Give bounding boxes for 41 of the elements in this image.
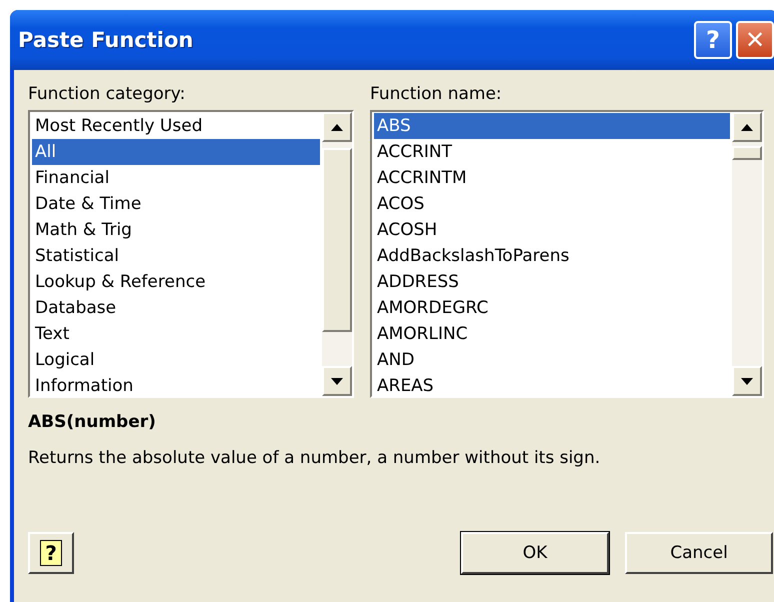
help-button[interactable]: ? (694, 21, 732, 59)
list-label: Function name: (370, 84, 503, 104)
list-item[interactable]: Information (32, 373, 320, 396)
list-item[interactable]: AMORDEGRC (374, 295, 730, 321)
list-item[interactable]: ACCRINTM (374, 165, 730, 191)
list-item[interactable]: Math & Trig (32, 217, 320, 243)
list-item[interactable]: Database (32, 295, 320, 321)
list-item[interactable]: AddBackslashToParens (374, 243, 730, 269)
list-item[interactable]: Financial (32, 165, 320, 191)
scroll-down-icon (741, 378, 753, 384)
list-item[interactable]: Lookup & Reference (32, 269, 320, 295)
scroll-up-icon (741, 124, 753, 130)
ok-button[interactable]: OK (461, 532, 609, 574)
list-item[interactable]: Most Recently Used (32, 113, 320, 139)
scroll-up-icon (331, 124, 343, 130)
list-item[interactable]: Date & Time (32, 191, 320, 217)
list-label: Function category: (28, 84, 186, 104)
list-box[interactable]: Most Recently Used All Financial Date & Time Math & Trig Statistical Lookup & Reference Database Text Logical Information (28, 110, 354, 398)
list-item[interactable]: AMORLINC (374, 321, 730, 347)
list-item[interactable]: Text (32, 321, 320, 347)
help-button[interactable]: ? (28, 532, 74, 574)
cancel-button[interactable]: Cancel (625, 532, 773, 574)
list-item[interactable]: AND (374, 347, 730, 373)
list-item[interactable]: ADDRESS (374, 269, 730, 295)
list-item[interactable]: ABS (374, 113, 730, 139)
function-description: Returns the absolute value of a number, a number without its sign. (28, 448, 602, 468)
scroll-thumb[interactable] (322, 148, 352, 332)
list-item[interactable]: Statistical (32, 243, 320, 269)
list-item[interactable]: All (32, 139, 320, 165)
list-item[interactable]: ACOSH (374, 217, 730, 243)
scroll-thumb[interactable] (732, 146, 762, 160)
list-item[interactable]: ACCRINT (374, 139, 730, 165)
function-syntax: ABS(number) (28, 412, 157, 432)
scrollbar[interactable] (732, 112, 762, 396)
list-box[interactable]: ABS ACCRINT ACCRINTM ACOS ACOSH AddBackslashToParens ADDRESS AMORDEGRC AMORLINC AND AREAS (370, 110, 764, 398)
list-item[interactable]: Logical (32, 347, 320, 373)
list-item[interactable]: ACOS (374, 191, 730, 217)
scrollbar[interactable] (322, 112, 352, 396)
window-title: Paste Function (18, 28, 194, 52)
list-item[interactable]: AREAS (374, 373, 730, 396)
scroll-down-icon (331, 378, 343, 384)
